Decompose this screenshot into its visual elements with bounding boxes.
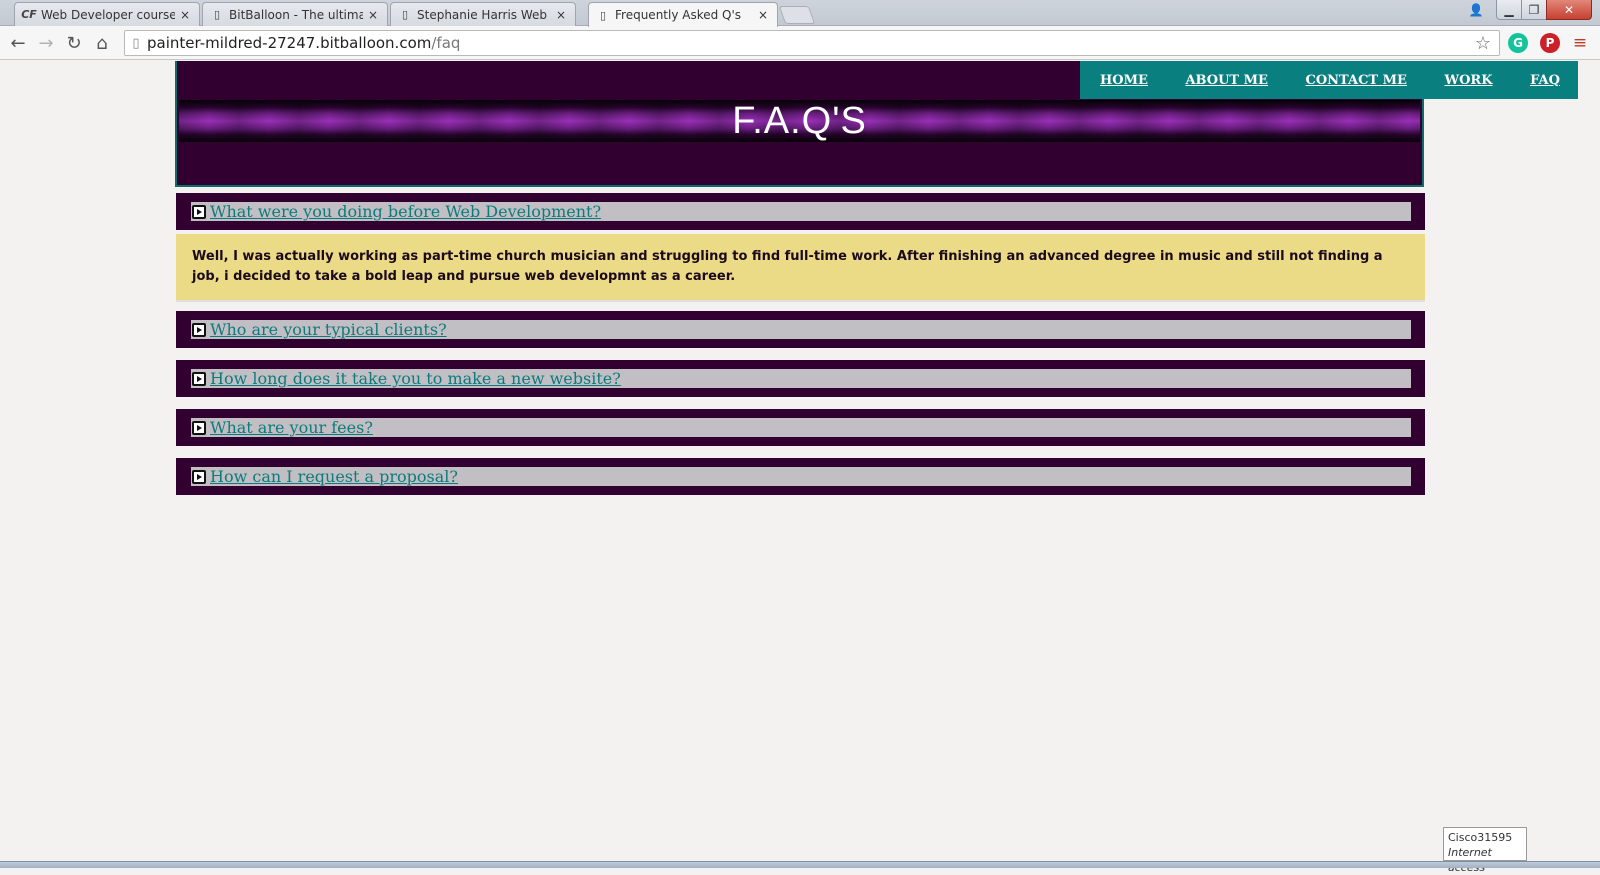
- faq-item-how-long[interactable]: How long does it take you to make a new …: [176, 360, 1425, 397]
- faq-question-link[interactable]: How long does it take you to make a new …: [210, 369, 621, 388]
- close-icon[interactable]: ×: [367, 8, 379, 22]
- faq-question-link[interactable]: Who are your typical clients?: [210, 320, 447, 339]
- reload-icon[interactable]: ↻: [62, 31, 86, 55]
- pinterest-extension-icon[interactable]: P: [1540, 33, 1560, 53]
- page-icon: ▯: [599, 8, 607, 22]
- close-window-button[interactable]: ✕: [1546, 0, 1592, 20]
- title-band: F.A.Q'S: [179, 100, 1420, 142]
- faq-item-typical-clients[interactable]: Who are your typical clients?: [176, 311, 1425, 348]
- nav-home-link[interactable]: HOME: [1100, 73, 1148, 88]
- faq-question-link[interactable]: What are your fees?: [210, 418, 373, 437]
- tab-strip: CF Web Developer course, ex × ▯ BitBallo…: [0, 0, 1600, 27]
- windows-taskbar[interactable]: [0, 861, 1600, 868]
- tab-title: Web Developer course, ex: [41, 7, 175, 22]
- faq-question-link[interactable]: What were you doing before Web Developme…: [210, 202, 601, 221]
- expand-toggle-icon[interactable]: [192, 469, 206, 484]
- tab-frequently-asked[interactable]: ▯ Frequently Asked Q's ×: [588, 2, 778, 27]
- nav-faq-link[interactable]: FAQ: [1530, 73, 1560, 88]
- network-status: Internet access: [1448, 846, 1492, 874]
- maximize-button[interactable]: ❐: [1521, 0, 1547, 20]
- faq-item-fees[interactable]: What are your fees?: [176, 409, 1425, 446]
- network-tooltip: Cisco31595 Internet access: [1443, 827, 1527, 874]
- faq-question-bar[interactable]: What were you doing before Web Developme…: [191, 202, 1411, 221]
- back-arrow-icon[interactable]: ←: [6, 31, 30, 55]
- address-bar[interactable]: ▯ painter-mildred-27247.bitballoon.com/f…: [124, 30, 1500, 56]
- expand-toggle-icon[interactable]: [192, 322, 206, 337]
- main-nav: HOME ABOUT ME CONTACT ME WORK FAQ: [1080, 61, 1578, 99]
- page-icon: ▯: [401, 8, 409, 21]
- nav-work-link[interactable]: WORK: [1444, 73, 1492, 88]
- faq-question-bar[interactable]: How long does it take you to make a new …: [191, 369, 1411, 388]
- home-icon[interactable]: ⌂: [90, 31, 114, 55]
- faq-item-before-webdev[interactable]: What were you doing before Web Developme…: [176, 193, 1425, 230]
- new-tab-button[interactable]: [778, 6, 816, 24]
- nav-about-me-link[interactable]: ABOUT ME: [1185, 73, 1267, 88]
- faq-answer: Well, I was actually working as part-tim…: [176, 234, 1425, 302]
- grammarly-extension-icon[interactable]: G: [1508, 33, 1528, 53]
- close-icon[interactable]: ×: [179, 8, 191, 22]
- close-icon[interactable]: ×: [757, 8, 769, 22]
- faq-question-bar[interactable]: What are your fees?: [191, 418, 1411, 437]
- tab-title: BitBalloon - The ultimate: [229, 7, 363, 22]
- page-content: F.A.Q'S HOME ABOUT ME CONTACT ME WORK FA…: [0, 61, 1600, 861]
- faq-question-bar[interactable]: How can I request a proposal?: [191, 467, 1411, 486]
- expand-toggle-icon[interactable]: [192, 204, 206, 219]
- close-icon[interactable]: ×: [555, 8, 567, 22]
- faq-question-bar[interactable]: Who are your typical clients?: [191, 320, 1411, 339]
- page-icon: ▯: [132, 35, 140, 51]
- expand-toggle-icon[interactable]: [192, 420, 206, 435]
- tab-title: Stephanie Harris Web: [417, 7, 548, 22]
- forward-arrow-icon[interactable]: →: [34, 31, 58, 55]
- chrome-menu-icon[interactable]: ≡: [1572, 34, 1588, 52]
- url-host: painter-mildred-27247.bitballoon.com: [147, 34, 432, 52]
- expand-toggle-icon[interactable]: [192, 371, 206, 386]
- url-path: /faq: [431, 34, 461, 52]
- faq-item-proposal[interactable]: How can I request a proposal?: [176, 458, 1425, 495]
- faq-question-link[interactable]: How can I request a proposal?: [210, 467, 458, 486]
- minimize-button[interactable]: ▁: [1496, 0, 1522, 20]
- bookmark-star-icon[interactable]: ☆: [1475, 33, 1491, 54]
- browser-toolbar: ← → ↻ ⌂ ▯ painter-mildred-27247.bitballo…: [0, 26, 1600, 60]
- tab-title: Frequently Asked Q's: [615, 8, 742, 22]
- nav-contact-me-link[interactable]: CONTACT ME: [1305, 73, 1406, 88]
- page-icon: ▯: [213, 8, 221, 21]
- network-name: Cisco31595: [1448, 831, 1513, 844]
- tab-web-developer-course[interactable]: CF Web Developer course, ex ×: [14, 2, 200, 26]
- tab-bitballoon[interactable]: ▯ BitBalloon - The ultimate ×: [202, 2, 388, 26]
- user-icon[interactable]: 👤: [1464, 0, 1488, 20]
- cf-favicon-icon: CF: [21, 8, 37, 21]
- tab-stephanie-harris-web[interactable]: ▯ Stephanie Harris Web ×: [390, 2, 576, 26]
- page-title: F.A.Q'S: [732, 100, 867, 142]
